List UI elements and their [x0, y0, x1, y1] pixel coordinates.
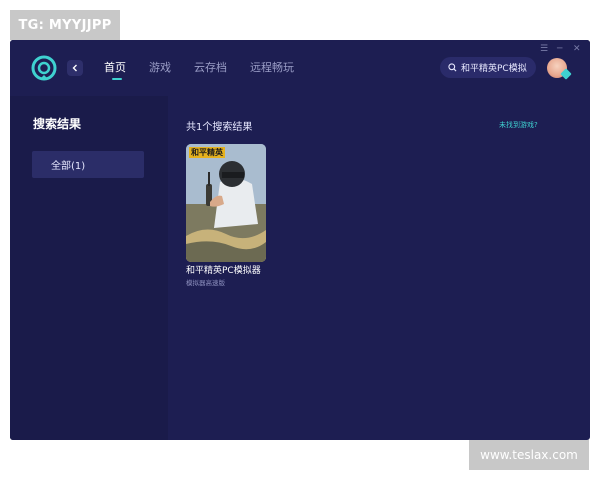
nav-remote-play[interactable]: 远程畅玩 — [250, 61, 294, 75]
app-logo-icon — [31, 55, 57, 81]
chevron-left-icon — [72, 64, 77, 72]
sidebar: 搜索结果 全部(1) — [10, 96, 168, 440]
search-input[interactable] — [457, 62, 535, 73]
nav-cloud-save[interactable]: 云存档 — [194, 61, 227, 75]
search-icon — [448, 63, 457, 72]
watermark-top: TG: MYYJJPP — [10, 10, 120, 40]
top-bar: 首页 游戏 云存档 远程畅玩 ☰ ─ ✕ — [10, 40, 590, 96]
nav-games[interactable]: 游戏 — [149, 61, 171, 75]
game-name: 和平精英PC模拟器 — [186, 266, 261, 276]
watermark-bottom: www.teslax.com — [469, 440, 589, 470]
result-count: 共1个搜索结果 — [186, 122, 253, 133]
not-found-link[interactable]: 未找到游戏? — [499, 120, 538, 130]
sidebar-title: 搜索结果 — [33, 117, 82, 131]
app-window: 首页 游戏 云存档 远程畅玩 ☰ ─ ✕ 搜索结果 全部(1) 共1个搜索结果 … — [10, 40, 590, 440]
game-card[interactable]: 和平精英 和平精英PC模拟器 模拟器高速版 — [186, 144, 266, 287]
game-subtitle: 模拟器高速版 — [186, 279, 225, 287]
nav-home[interactable]: 首页 — [104, 61, 126, 75]
search-box[interactable] — [440, 57, 536, 78]
nav-active-indicator — [112, 78, 122, 80]
minimize-icon[interactable]: ─ — [557, 45, 562, 54]
back-button[interactable] — [67, 60, 83, 76]
game-cover: 和平精英 — [186, 144, 266, 262]
cover-title: 和平精英 — [189, 147, 225, 158]
filter-all[interactable]: 全部(1) — [32, 151, 144, 178]
soldier-illustration-icon — [186, 144, 266, 262]
close-icon[interactable]: ✕ — [573, 45, 581, 54]
menu-icon[interactable]: ☰ — [540, 45, 548, 54]
